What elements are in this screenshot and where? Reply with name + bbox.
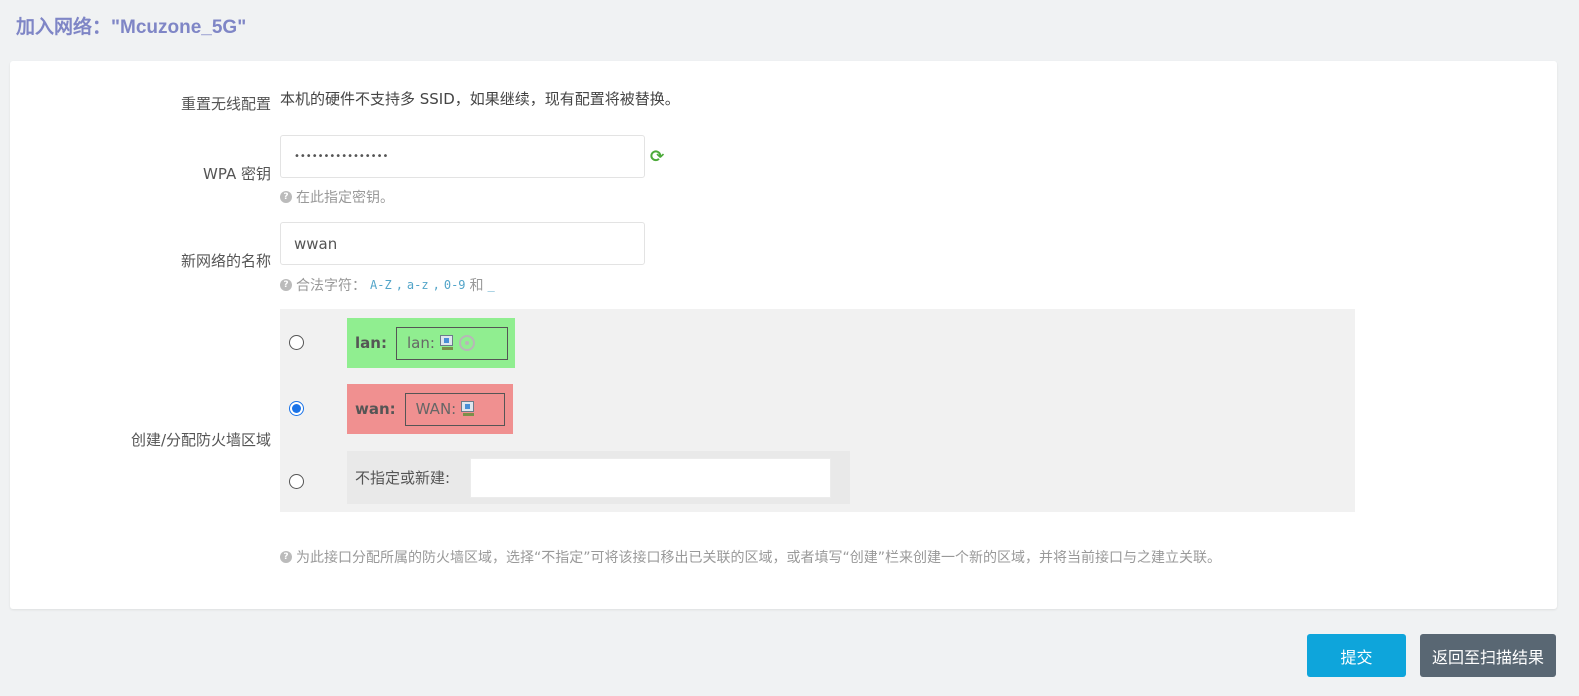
zone-radio-wan[interactable] [289,401,304,416]
network-name-hint-prefix: 合法字符： [296,278,366,294]
new-zone-input[interactable] [470,457,832,498]
network-name-hint: ? 合法字符： A-Z, a-z, 0-9 和 _ [280,275,495,295]
page-title: 加入网络："Mcuzone_5G" [16,17,247,38]
network-name-input[interactable]: wwan [280,222,645,265]
zone-network-lan: lan: [395,326,508,360]
refresh-icon[interactable]: ⟳ [650,148,668,166]
wpa-key-hint: ? 在此指定密钥。 [280,187,394,207]
firewall-zone-hint-text: 为此接口分配所属的防火墙区域，选择“不指定”可将该接口移出已关联的区域，或者填写… [296,550,1222,566]
firewall-zone-label: 创建/分配防火墙区域 [130,431,271,449]
zone-name-wan: wan: [355,400,396,418]
help-icon: ? [280,551,292,563]
ethernet-icon [460,401,476,417]
reset-wireless-label: 重置无线配置 [180,95,271,113]
hint-code-digits: 0-9 [443,278,466,292]
wpa-key-hint-text: 在此指定密钥。 [296,190,394,206]
hint-code-underscore: _ [487,278,495,292]
submit-button[interactable]: 提交 [1307,634,1406,677]
network-name-value: wwan [294,234,338,253]
new-zone-label: 不指定或新建: [355,469,451,487]
help-icon: ? [280,279,292,291]
hint-code-lowercase: a-z [406,278,429,292]
network-name-label: 新网络的名称 [180,252,271,270]
firewall-zone-hint: ? 为此接口分配所属的防火墙区域，选择“不指定”可将该接口移出已关联的区域，或者… [280,547,1221,567]
ethernet-icon [439,335,455,351]
wpa-key-label: WPA 密钥 [203,165,271,183]
wpa-key-input[interactable]: •••••••••••••••• [280,135,645,178]
wpa-key-value: •••••••••••••••• [294,151,389,162]
reset-wireless-text: 本机的硬件不支持多 SSID，如果继续，现有配置将被替换。 [280,90,680,108]
back-to-scan-button[interactable]: 返回至扫描结果 [1420,634,1556,677]
zone-name-lan: lan: [355,334,387,352]
form-card: 重置无线配置 本机的硬件不支持多 SSID，如果继续，现有配置将被替换。 WPA… [10,61,1557,609]
zone-radio-lan[interactable] [289,335,304,350]
zone-network-wan: WAN: [404,392,505,426]
zone-badge-wan[interactable]: wan: WAN: [347,384,513,434]
hint-code-uppercase: A-Z [370,278,392,292]
help-icon: ? [280,191,292,203]
hint-and: 和 [469,278,484,294]
zone-badge-lan[interactable]: lan: lan: [347,318,515,368]
wireless-icon [458,335,475,351]
zone-radio-new[interactable] [289,474,304,489]
new-zone-row: 不指定或新建: [347,451,850,504]
